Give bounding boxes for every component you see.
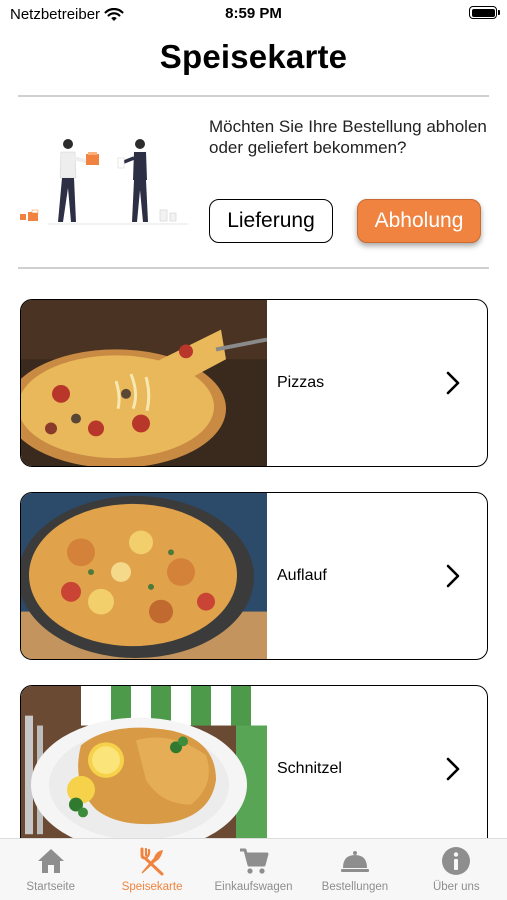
category-card-auflauf[interactable]: Auflauf — [20, 492, 488, 660]
tab-speisekarte[interactable]: Speisekarte — [101, 839, 202, 900]
status-time: 8:59 PM — [225, 5, 282, 22]
tab-label: Einkaufswagen — [214, 881, 293, 893]
category-card-schnitzel[interactable]: Schnitzel — [20, 685, 488, 853]
pickup-button[interactable]: Abholung — [357, 199, 481, 243]
battery-icon — [469, 6, 500, 19]
delivery-button[interactable]: Lieferung — [209, 199, 333, 243]
tab-ueber-uns[interactable]: Über uns — [406, 839, 507, 900]
top-divider — [18, 95, 489, 97]
tab-label: Speisekarte — [121, 881, 183, 893]
fork-knife-icon — [140, 847, 164, 876]
chevron-right-icon — [446, 371, 460, 395]
tab-einkaufswagen[interactable]: Einkaufswagen — [203, 839, 304, 900]
status-bar: Netzbetreiber 8:59 PM — [0, 0, 507, 30]
middle-divider — [18, 267, 489, 269]
tab-label: Bestellungen — [321, 881, 389, 893]
tab-label: Startseite — [26, 881, 75, 893]
chevron-right-icon — [446, 757, 460, 781]
delivery-illustration — [20, 139, 188, 225]
category-label: Pizzas — [277, 374, 325, 391]
tab-startseite[interactable]: Startseite — [0, 839, 101, 900]
page-title: Speisekarte — [159, 38, 348, 75]
pizza-image — [21, 300, 267, 466]
schnitzel-image — [21, 686, 267, 852]
tab-label: Über uns — [432, 881, 480, 893]
cart-icon — [239, 848, 269, 874]
category-label: Schnitzel — [277, 760, 342, 777]
category-card-pizzas[interactable]: Pizzas — [20, 299, 488, 467]
chevron-right-icon — [446, 564, 460, 588]
home-icon — [37, 849, 64, 873]
delivery-question: Möchten Sie Ihre Bestellung abholen oder… — [209, 117, 487, 157]
category-label: Auflauf — [277, 567, 327, 584]
tab-bar: Startseite Speisekarte Einkaufswagen Bes… — [0, 838, 507, 900]
casserole-image — [21, 493, 267, 659]
cloche-icon — [340, 851, 369, 872]
tab-bestellungen[interactable]: Bestellungen — [304, 839, 405, 900]
info-icon — [442, 847, 471, 875]
